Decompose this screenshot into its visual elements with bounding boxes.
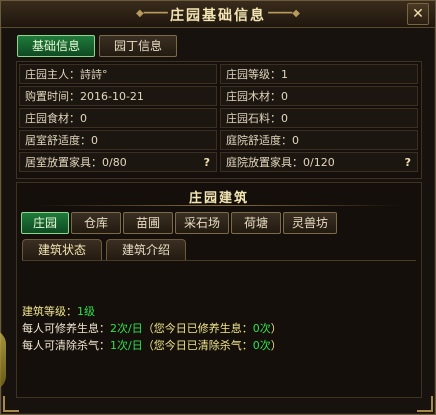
info-owner-label: 庄园主人: [25, 68, 69, 81]
info-stone: 庄园石料：0: [220, 108, 418, 128]
yard-furniture-help-icon[interactable]: ?: [405, 153, 411, 173]
rest-note-close: ）: [270, 322, 282, 335]
subtab-building-intro[interactable]: 建筑介绍: [106, 239, 186, 260]
kill-today-value: 0次: [252, 339, 271, 352]
rest-value: 2次/日: [110, 322, 143, 335]
info-food-label: 庄园食材: [25, 112, 69, 125]
building-tab-manor[interactable]: 庄园: [21, 212, 69, 234]
building-section: 庄园建筑 庄园 仓库 苗圃 采石场 荷塘 灵兽坊 建筑状态 建筑介绍 建筑等级：…: [16, 182, 422, 398]
title-ornament-right-icon: ━━━━◆: [268, 8, 300, 19]
info-wood: 庄园木材：0: [220, 86, 418, 106]
info-purchase-time-value: 2016-10-21: [80, 90, 144, 103]
info-yard-furniture-value: 0/120: [303, 156, 335, 169]
info-purchase-time-label: 购置时间: [25, 90, 69, 103]
rest-line: 每人可修养生息：2次/日（您今日已修养生息：0次）: [22, 320, 416, 337]
building-details: 建筑等级：1级 每人可修养生息：2次/日（您今日已修养生息：0次） 每人可清除杀…: [22, 303, 416, 354]
info-yard-comfort-label: 庭院舒适度: [226, 134, 281, 147]
building-level-line: 建筑等级：1级: [22, 303, 416, 320]
info-yard-furniture: 庭院放置家具：0/120 ?: [220, 152, 418, 172]
building-tab-lotus-pond[interactable]: 荷塘: [231, 212, 281, 234]
info-room-furniture: 居室放置家具：0/80 ?: [19, 152, 217, 172]
title-bar[interactable]: ◆━━━━ 庄园基础信息 ━━━━◆ ✕: [1, 1, 435, 28]
kill-line: 每人可清除杀气：1次/日（您今日已清除杀气：0次）: [22, 337, 416, 354]
info-room-furniture-value: 0/80: [102, 156, 127, 169]
info-yard-comfort: 庭院舒适度：0: [220, 130, 418, 150]
info-food-value: 0: [80, 112, 87, 125]
info-level-value: 1: [281, 68, 288, 81]
info-wood-label: 庄园木材: [226, 90, 270, 103]
info-purchase-time: 购置时间：2016-10-21: [19, 86, 217, 106]
info-owner: 庄园主人：詩詩°: [19, 64, 217, 84]
info-room-comfort: 居室舒适度：0: [19, 130, 217, 150]
kill-note-open: （您今日已清除杀气：: [142, 339, 253, 352]
info-food: 庄园食材：0: [19, 108, 217, 128]
building-tab-nursery[interactable]: 苗圃: [123, 212, 173, 234]
rest-today-value: 0次: [252, 322, 271, 335]
tab-gardener-info[interactable]: 园丁信息: [99, 35, 177, 57]
tab-basic-info[interactable]: 基础信息: [17, 35, 95, 57]
kill-label: 每人可清除杀气：: [22, 339, 110, 352]
info-wood-value: 0: [281, 90, 288, 103]
room-furniture-help-icon[interactable]: ?: [204, 153, 210, 173]
frame-corner: [417, 396, 433, 412]
kill-note-close: ）: [270, 339, 282, 352]
building-section-title: 庄园建筑: [188, 191, 249, 206]
manor-info-panel: 庄园主人：詩詩° 购置时间：2016-10-21 庄园食材：0 居室舒适度：0 …: [16, 61, 422, 179]
subtab-building-status[interactable]: 建筑状态: [22, 239, 102, 260]
kill-value: 1次/日: [110, 339, 143, 352]
subtab-divider: [22, 260, 416, 261]
frame-corner: [3, 396, 19, 412]
building-tab-warehouse[interactable]: 仓库: [71, 212, 121, 234]
building-level-value: 1级: [77, 305, 95, 318]
manor-info-window: ◆━━━━ 庄园基础信息 ━━━━◆ ✕ 基础信息 园丁信息 庄园主人：詩詩° …: [0, 0, 436, 415]
rest-note-open: （您今日已修养生息：: [142, 322, 253, 335]
info-level: 庄园等级：1: [220, 64, 418, 84]
info-room-comfort-label: 居室舒适度: [25, 134, 80, 147]
info-yard-comfort-value: 0: [292, 134, 299, 147]
building-level-label: 建筑等级：: [22, 305, 77, 318]
info-room-comfort-value: 0: [91, 134, 98, 147]
info-yard-furniture-label: 庭院放置家具: [226, 156, 292, 169]
building-tab-quarry[interactable]: 采石场: [175, 212, 229, 234]
section-divider: [37, 205, 401, 206]
rest-label: 每人可修养生息：: [22, 322, 110, 335]
info-owner-value: 詩詩°: [80, 68, 108, 81]
building-tab-pet-workshop[interactable]: 灵兽坊: [283, 212, 337, 234]
close-button[interactable]: ✕: [407, 3, 429, 25]
info-level-label: 庄园等级: [226, 68, 270, 81]
info-stone-label: 庄园石料: [226, 112, 270, 125]
info-room-furniture-label: 居室放置家具: [25, 156, 91, 169]
info-stone-value: 0: [281, 112, 288, 125]
